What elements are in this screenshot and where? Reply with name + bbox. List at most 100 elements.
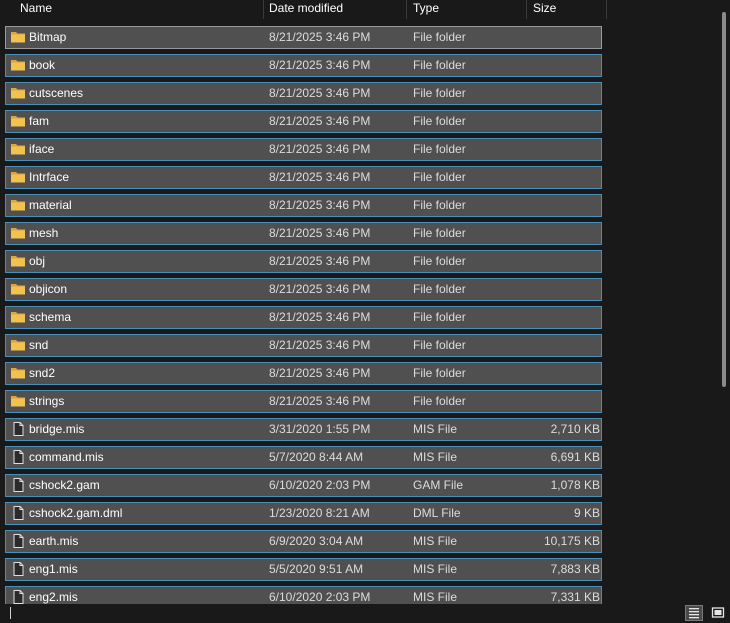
file-size: 7,331 KB	[550, 590, 600, 604]
file-type: DML File	[413, 506, 461, 520]
file-type: File folder	[413, 58, 466, 72]
file-name: mesh	[29, 226, 59, 240]
file-name: objicon	[29, 282, 68, 296]
file-icon	[10, 450, 26, 464]
file-row[interactable]: snd 8/21/2025 3:46 PM File folder	[5, 334, 602, 357]
file-name: cshock2.gam	[29, 478, 100, 492]
file-row[interactable]: command.mis 5/7/2020 8:44 AM MIS File 6,691…	[5, 446, 602, 469]
file-size	[528, 139, 600, 160]
file-icon	[10, 422, 26, 436]
file-name: eng2.mis	[29, 590, 78, 604]
file-row[interactable]: earth.mis 6/9/2020 3:04 AM MIS File 10,175 …	[5, 530, 602, 553]
file-row[interactable]: obj 8/21/2025 3:46 PM File folder	[5, 250, 602, 273]
file-row[interactable]: eng2.mis 6/10/2020 2:03 PM MIS File 7,331 K…	[5, 586, 602, 604]
file-size	[528, 195, 600, 216]
file-type: File folder	[413, 30, 466, 44]
large-icons-view-button[interactable]	[709, 605, 727, 621]
file-size	[528, 335, 600, 356]
column-header-date-label: Date modified	[269, 1, 344, 15]
column-header-type-label: Type	[413, 1, 440, 15]
file-size	[528, 363, 600, 384]
file-name: iface	[29, 142, 55, 156]
file-size: 6,691 KB	[550, 450, 600, 464]
file-row[interactable]: bridge.mis 3/31/2020 1:55 PM MIS File 2,710…	[5, 418, 602, 441]
folder-icon	[10, 282, 26, 296]
file-row[interactable]: cutscenes 8/21/2025 3:46 PM File folder	[5, 82, 602, 105]
file-date-modified: 8/21/2025 3:46 PM	[269, 282, 371, 296]
file-size	[528, 307, 600, 328]
file-row[interactable]: eng1.mis 5/5/2020 9:51 AM MIS File 7,883 KB	[5, 558, 602, 581]
file-name: obj	[29, 254, 46, 268]
column-header-name-label: Name	[20, 1, 53, 15]
file-size: 7,883 KB	[550, 562, 600, 576]
file-type: MIS File	[413, 562, 458, 576]
column-header-type[interactable]: Type	[407, 0, 527, 19]
folder-icon	[10, 58, 26, 72]
folder-icon	[10, 142, 26, 156]
file-name: cshock2.gam.dml	[29, 506, 123, 520]
vertical-scrollbar[interactable]	[722, 12, 726, 387]
file-list[interactable]: Bitmap 8/21/2025 3:46 PM File folder book 8/…	[0, 19, 610, 604]
file-type: File folder	[413, 170, 466, 184]
file-date-modified: 6/10/2020 2:03 PM	[269, 590, 371, 604]
file-size	[528, 55, 600, 76]
file-size	[528, 111, 600, 132]
folder-icon	[10, 114, 26, 128]
file-size	[528, 251, 600, 272]
file-size	[528, 83, 600, 104]
file-row[interactable]: schema 8/21/2025 3:46 PM File folder	[5, 306, 602, 329]
file-date-modified: 8/21/2025 3:46 PM	[269, 254, 371, 268]
status-bar	[0, 604, 730, 622]
file-size: 10,175 KB	[543, 534, 600, 548]
file-name: command.mis	[29, 450, 104, 464]
file-name: strings	[29, 394, 65, 408]
file-name: snd	[29, 338, 49, 352]
file-size	[528, 391, 600, 412]
folder-icon	[10, 226, 26, 240]
file-icon	[10, 590, 26, 604]
column-header-size[interactable]: Size	[527, 0, 607, 19]
file-name: bridge.mis	[29, 422, 85, 436]
file-date-modified: 1/23/2020 8:21 AM	[269, 506, 370, 520]
file-row[interactable]: strings 8/21/2025 3:46 PM File folder	[5, 390, 602, 413]
file-type: MIS File	[413, 450, 458, 464]
large-icons-view-icon	[711, 607, 725, 618]
file-date-modified: 8/21/2025 3:46 PM	[269, 198, 371, 212]
file-size	[528, 167, 600, 188]
column-header-name[interactable]: Name	[14, 0, 264, 19]
file-type: File folder	[413, 338, 466, 352]
file-size: 1,078 KB	[550, 478, 600, 492]
details-view-icon	[689, 608, 699, 619]
file-date-modified: 8/21/2025 3:46 PM	[269, 394, 371, 408]
file-date-modified: 8/21/2025 3:46 PM	[269, 338, 371, 352]
file-type: File folder	[413, 366, 466, 380]
file-icon	[10, 506, 26, 520]
file-row[interactable]: objicon 8/21/2025 3:46 PM File folder	[5, 278, 602, 301]
file-row[interactable]: book 8/21/2025 3:46 PM File folder	[5, 54, 602, 77]
file-row[interactable]: mesh 8/21/2025 3:46 PM File folder	[5, 222, 602, 245]
file-date-modified: 8/21/2025 3:46 PM	[269, 226, 371, 240]
file-row[interactable]: cshock2.gam 6/10/2020 2:03 PM GAM File 1,07…	[5, 474, 602, 497]
details-view-button[interactable]	[685, 605, 703, 621]
file-row[interactable]: Intrface 8/21/2025 3:46 PM File folder	[5, 166, 602, 189]
file-type: File folder	[413, 114, 466, 128]
file-name: Intrface	[29, 170, 70, 184]
file-row[interactable]: iface 8/21/2025 3:46 PM File folder	[5, 138, 602, 161]
file-row[interactable]: snd2 8/21/2025 3:46 PM File folder	[5, 362, 602, 385]
folder-icon	[10, 310, 26, 324]
text-caret	[10, 607, 11, 619]
file-size: 2,710 KB	[550, 422, 600, 436]
file-size	[528, 27, 600, 48]
file-row[interactable]: fam 8/21/2025 3:46 PM File folder	[5, 110, 602, 133]
file-row[interactable]: material 8/21/2025 3:46 PM File folder	[5, 194, 602, 217]
file-date-modified: 3/31/2020 1:55 PM	[269, 422, 371, 436]
file-row[interactable]: cshock2.gam.dml 1/23/2020 8:21 AM DML File…	[5, 502, 602, 525]
file-type: File folder	[413, 282, 466, 296]
column-header-date[interactable]: Date modified	[263, 0, 407, 19]
folder-icon	[10, 198, 26, 212]
file-date-modified: 5/5/2020 9:51 AM	[269, 562, 364, 576]
file-row[interactable]: Bitmap 8/21/2025 3:46 PM File folder	[5, 26, 602, 49]
file-date-modified: 8/21/2025 3:46 PM	[269, 366, 371, 380]
file-name: schema	[29, 310, 72, 324]
file-type: MIS File	[413, 534, 458, 548]
